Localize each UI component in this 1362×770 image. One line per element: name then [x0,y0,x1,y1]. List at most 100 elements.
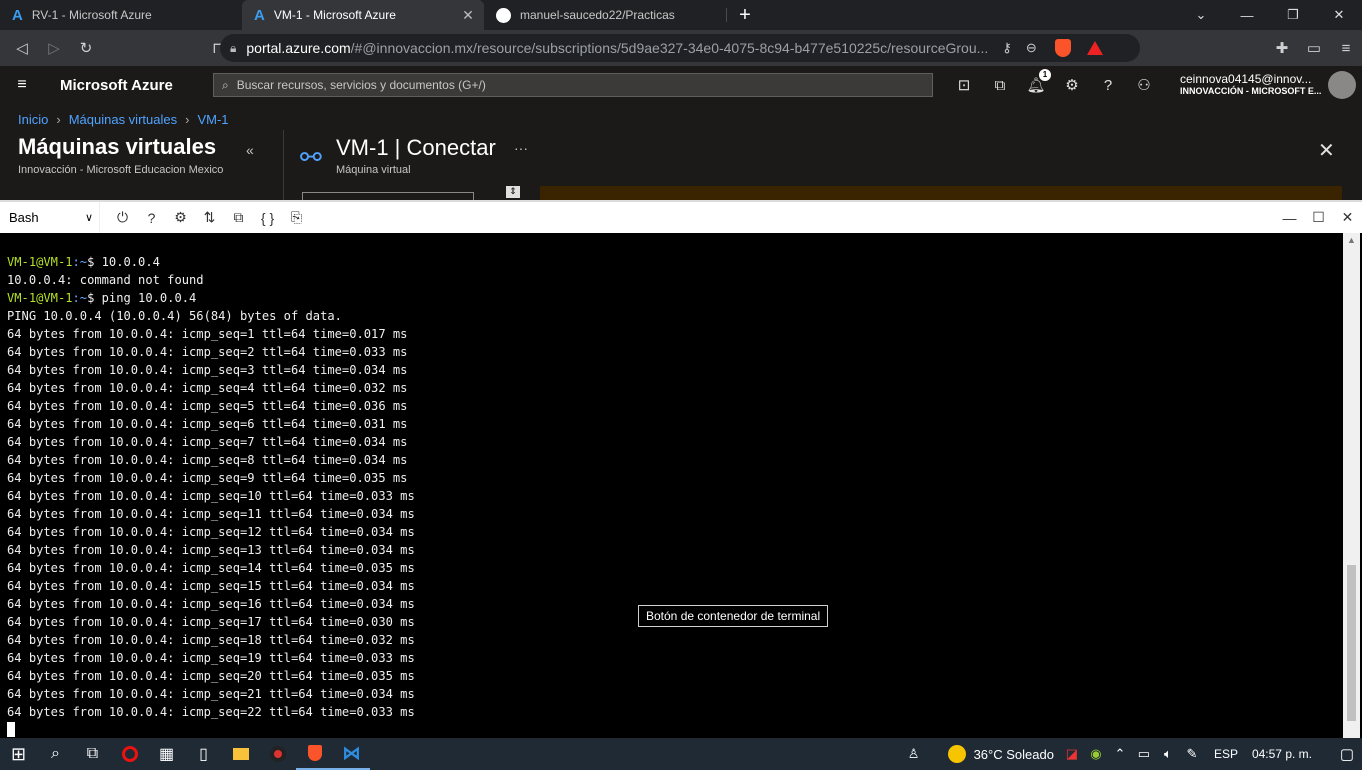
output-text: 64 bytes from 10.0.0.4: icmp_seq=2 ttl=6… [7,345,408,359]
new-session-icon[interactable]: ⧉ [224,209,253,226]
help-icon[interactable]: ? [1090,77,1126,94]
output-text: 64 bytes from 10.0.0.4: icmp_seq=21 ttl=… [7,687,415,701]
extensions-icon[interactable]: ✚ [1266,34,1298,62]
connect-plug-icon: ⚯ [300,142,322,172]
browser-tab-rv1[interactable]: A RV-1 - Microsoft Azure [0,0,242,30]
new-tab-button[interactable]: + [727,0,763,30]
breadcrumb-vms[interactable]: Máquinas virtuales [69,112,177,127]
settings-icon[interactable]: ⚙ [166,209,195,226]
minimize-icon[interactable]: — [1224,0,1270,30]
people-icon[interactable]: ♙ [902,746,926,762]
terminal-scrollbar[interactable]: ▲ [1343,233,1360,738]
wallet-icon[interactable]: ▭ [1298,34,1330,62]
close-icon[interactable]: ✕ [1333,209,1362,226]
upload-download-icon[interactable]: ⇅ [195,209,224,226]
file-explorer-icon[interactable] [222,738,259,770]
scrollbar-thumb[interactable] [1347,565,1356,721]
address-bar[interactable]: 🔒︎ portal.azure.com /#@innovaccion.mx/re… [220,34,1140,62]
terminal-line: 64 bytes from 10.0.0.4: icmp_seq=8 ttl=6… [7,451,415,469]
network-icon[interactable]: ▭ [1132,746,1156,762]
close-tab-icon[interactable]: ✕ [460,7,476,24]
search-icon[interactable]: ⌕ [37,738,74,770]
amd-icon[interactable]: ◪ [1060,746,1084,762]
reload-icon[interactable]: ↻ [70,34,102,62]
output-text: 64 bytes from 10.0.0.4: icmp_seq=14 ttl=… [7,561,415,575]
terminal-line: 64 bytes from 10.0.0.4: icmp_seq=13 ttl=… [7,541,415,559]
help-icon[interactable]: ? [137,210,166,226]
terminal[interactable]: VM-1@VM-1:~$ 10.0.0.4 10.0.0.4: command n… [0,233,1362,738]
volume-icon[interactable]: 🔈︎ [1156,746,1180,762]
output-text: 64 bytes from 10.0.0.4: icmp_seq=8 ttl=6… [7,453,408,467]
menu-icon[interactable]: ≡ [1330,34,1362,62]
azure-brand[interactable]: Microsoft Azure [60,77,210,94]
brave-shields-icon[interactable] [1054,39,1071,57]
action-center-icon[interactable]: ▢ [1332,745,1362,763]
terminal-line: 64 bytes from 10.0.0.4: icmp_seq=14 ttl=… [7,559,415,577]
more-options-icon[interactable]: ··· [514,140,528,156]
portal-menu-icon[interactable]: ≡ [0,76,44,94]
language-indicator[interactable]: ESP [1214,747,1238,761]
tab-search-icon[interactable]: ⌄ [1178,0,1224,30]
store-icon[interactable]: ▦ [148,738,185,770]
windows-start-icon[interactable]: ⊞ [0,738,37,770]
brave-icon[interactable] [296,738,333,770]
web-preview-icon[interactable]: ⎘ [282,209,311,226]
terminal-line: 64 bytes from 10.0.0.4: icmp_seq=4 ttl=6… [7,379,415,397]
collapse-icon[interactable]: « [246,142,254,158]
key-icon[interactable]: ⚷ [1002,40,1012,56]
calculator-icon[interactable]: ▯ [185,738,222,770]
breadcrumb-vm1[interactable]: VM-1 [197,112,228,127]
weather-text[interactable]: 36°C Soleado [974,747,1054,762]
back-icon[interactable]: ◁ [6,34,38,62]
forward-icon[interactable]: ▷ [38,34,70,62]
tray-app-icon[interactable]: ◉ [1084,746,1108,762]
chevron-up-icon[interactable]: ⌃ [1108,746,1132,762]
browser-tab-github[interactable]: manuel-saucedo22/Practicas [484,0,726,30]
global-search-input[interactable]: ⌕ Buscar recursos, servicios y documento… [213,73,933,97]
pen-icon[interactable]: ✎ [1180,746,1204,762]
opera-icon[interactable] [111,738,148,770]
output-text: 64 bytes from 10.0.0.4: icmp_seq=6 ttl=6… [7,417,408,431]
close-window-icon[interactable]: ✕ [1316,0,1362,30]
feedback-icon[interactable]: ⚇ [1126,76,1162,94]
terminal-line: 64 bytes from 10.0.0.4: icmp_seq=5 ttl=6… [7,397,415,415]
cloud-shell-icon[interactable]: ⊡ [946,76,982,94]
vscode-icon[interactable]: ⋈ [333,738,370,770]
terminal-line: 64 bytes from 10.0.0.4: icmp_seq=2 ttl=6… [7,343,415,361]
scroll-up-icon[interactable]: ▲ [1347,235,1356,245]
terminal-line: VM-1@VM-1:~$ 10.0.0.4 [7,253,415,271]
shell-type-select[interactable]: Bash ∨ [0,202,100,233]
lock-icon[interactable]: 🔒︎ [230,41,236,56]
chrome-icon[interactable] [259,738,296,770]
brave-rewards-icon[interactable] [1086,41,1103,55]
restart-icon[interactable]: ⏻ [108,209,137,226]
clock[interactable]: 04:57 p. m. [1252,747,1312,761]
output-text: 64 bytes from 10.0.0.4: icmp_seq=12 ttl=… [7,525,415,539]
user-org: INNOVACCIÓN - MICROSOFT E... [1180,86,1322,96]
zoom-icon[interactable]: ⊖ [1026,40,1037,56]
task-view-icon[interactable]: ⧉ [74,738,111,770]
close-icon[interactable]: ✕ [1318,138,1335,163]
settings-icon[interactable]: ⚙ [1054,76,1090,94]
weather-sun-icon[interactable] [947,745,966,763]
blade-dropdown[interactable] [302,192,474,200]
browser-tab-vm1[interactable]: A VM-1 - Microsoft Azure ✕ [242,0,484,30]
account-menu[interactable]: ceinnova04145@innov... INNOVACCIÓN - MIC… [1180,72,1321,96]
portal-content: Inicio › Máquinas virtuales › VM-1 Máqui… [0,104,1362,200]
blade-scroll-up-icon[interactable]: ⇕ [506,186,520,198]
avatar[interactable] [1328,71,1356,99]
chevron-right-icon: › [56,112,61,127]
breadcrumb: Inicio › Máquinas virtuales › VM-1 [18,112,229,127]
editor-icon[interactable]: { } [253,210,282,226]
maximize-icon[interactable]: ☐ [1304,209,1333,226]
search-placeholder: Buscar recursos, servicios y documentos … [236,78,486,92]
breadcrumb-inicio[interactable]: Inicio [18,112,48,127]
directory-filter-icon[interactable]: ⧉ [982,77,1018,94]
prompt-path: :~ [72,291,88,305]
minimize-icon[interactable]: — [1275,210,1304,226]
terminal-line: 64 bytes from 10.0.0.4: icmp_seq=12 ttl=… [7,523,415,541]
restore-icon[interactable]: ❐ [1270,0,1316,30]
terminal-line: VM-1@VM-1:~$ ping 10.0.0.4 [7,289,415,307]
notifications-icon[interactable]: 🔔︎ 1 [1018,69,1054,94]
output-text: 64 bytes from 10.0.0.4: icmp_seq=16 ttl=… [7,597,415,611]
